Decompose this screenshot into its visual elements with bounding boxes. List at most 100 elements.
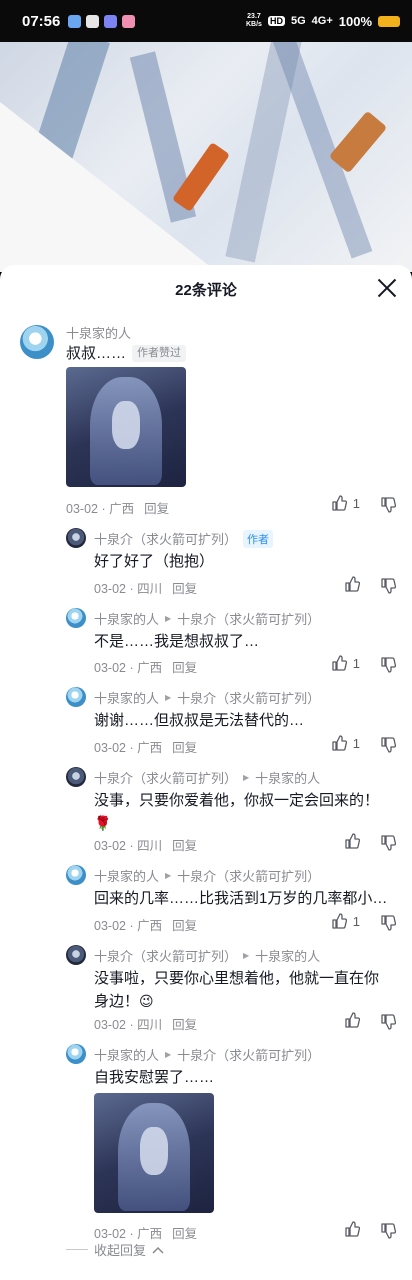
avatar[interactable] [66,945,86,965]
reply-arrow-icon: ▶ [165,871,172,880]
reply-meta: 03-02 · 四川 回复 [94,582,198,596]
reply-text: 自我安慰罢了…… [94,1069,215,1086]
reply-arrow-icon: ▶ [165,614,172,623]
like-button[interactable]: 1 [331,913,360,929]
reply-username[interactable]: 十泉介（求火箭可扩列） ▶ 十泉家的人 [94,946,320,965]
reply-button[interactable]: 回复 [172,919,197,933]
thumb-up-icon [345,1012,360,1028]
notification-app-icon [122,14,136,28]
avatar[interactable] [66,1044,86,1064]
reply-meta: 03-02 · 四川 回复 [94,1018,198,1032]
thumb-up-icon [332,913,347,929]
comment-username[interactable]: 十泉家的人 [66,323,131,342]
thumb-down-icon[interactable] [380,497,396,513]
signal-5g-icon: 5G [290,15,306,27]
thumb-up-icon [332,495,347,511]
chevron-up-icon [152,1246,164,1254]
reply-text: 不是……我是想叔叔了… [94,633,260,650]
thumb-down-icon[interactable] [380,1223,396,1239]
collapse-replies-label: 收起回复 [94,1243,147,1258]
status-bar: 07:56 23.7 KB/s HD 5G 4G+ 100% [0,0,412,42]
reply-text: 没事啦，只要你心里想着他，他就一直在你 身边！😉 [94,970,380,1010]
battery-percent: 100% [338,13,372,29]
author-liked-badge: 作者赞过 [132,345,187,362]
like-button[interactable] [344,833,360,849]
reply-meta: 03-02 · 四川 回复 [94,839,198,853]
reply-username[interactable]: 十泉介（求火箭可扩列） ▶ 十泉家的人 [94,768,320,787]
avatar[interactable] [66,767,86,787]
comment-image[interactable] [66,367,186,487]
reply-button[interactable]: 回复 [172,1018,197,1032]
like-count: 1 [352,495,360,511]
reply-image[interactable] [94,1093,214,1213]
status-time: 07:56 [22,12,61,30]
reply-username[interactable]: 十泉家的人 ▶ 十泉介（求火箭可扩列） [94,609,320,628]
status-right: 23.7 KB/s HD 5G 4G+ 100% [246,13,400,29]
like-count: 1 [352,655,360,671]
reply-arrow-icon: ▶ [243,951,250,960]
thumb-down-icon[interactable] [380,737,396,753]
like-count: 1 [352,735,360,751]
avatar[interactable] [66,528,86,548]
comment-sheet-header: 22条评论 [0,265,412,313]
reply-meta: 03-02 · 广西 回复 [94,919,198,933]
reply-text: 回来的几率……比我活到1万岁的几率都小… [94,890,388,907]
like-button[interactable] [344,576,360,592]
reply-username[interactable]: 十泉家的人 ▶ 十泉介（求火箭可扩列） [94,866,320,885]
close-icon[interactable] [376,277,398,299]
reply-arrow-icon: ▶ [165,693,172,702]
thumb-down-icon[interactable] [380,657,396,673]
reply-button[interactable]: 回复 [172,741,197,755]
reply-username[interactable]: 十泉介（求火箭可扩列） 作者 [94,529,274,548]
net-speed: 23.7 KB/s [246,13,262,28]
like-button[interactable]: 1 [331,495,360,511]
divider-line [66,1249,88,1250]
thumb-down-icon[interactable] [380,835,396,851]
wink-emoji: 😉 [139,993,154,1009]
thumb-up-icon [332,735,347,751]
video-background[interactable] [0,42,412,272]
collapse-replies-button[interactable]: 收起回复 [66,1240,164,1259]
thumb-up-icon [332,655,347,671]
reply-text: 谢谢……但叔叔是无法替代的… [94,712,305,729]
thumb-up-icon [345,833,360,849]
like-count: 1 [352,913,360,929]
comment-text: 叔叔…… 作者赞过 [66,343,187,365]
thumb-up-icon [345,576,360,592]
avatar[interactable] [66,608,86,628]
reply-username[interactable]: 十泉家的人 ▶ 十泉介（求火箭可扩列） [94,1045,320,1064]
notification-app-icon [86,14,100,28]
battery-icon [378,15,400,27]
reply-button[interactable]: 回复 [172,661,197,675]
thumb-up-icon [345,1221,360,1237]
rose-emoji: 🌹 [94,815,112,831]
comment-count-title: 22条评论 [175,281,237,299]
reply-text: 没事，只要你爱着他，你叔一定会回来的！ 🌹 [94,792,380,831]
reply-arrow-icon: ▶ [243,773,250,782]
reply-button[interactable]: 回复 [172,839,197,853]
reply-username[interactable]: 十泉家的人 ▶ 十泉介（求火箭可扩列） [94,688,320,707]
reply-arrow-icon: ▶ [165,1050,172,1059]
reply-meta: 03-02 · 广西 回复 [94,661,198,675]
avatar[interactable] [66,865,86,885]
thumb-down-icon[interactable] [380,915,396,931]
hd-icon: HD [267,16,285,26]
avatar[interactable] [66,687,86,707]
like-button[interactable]: 1 [331,735,360,751]
avatar[interactable] [20,325,54,359]
like-button[interactable] [344,1012,360,1028]
reply-meta: 03-02 · 广西 回复 [94,741,198,755]
author-tag: 作者 [243,529,274,548]
reply-button[interactable]: 回复 [144,502,169,516]
reply-text: 好了好了（抱抱） [94,553,215,570]
like-button[interactable]: 1 [331,655,360,671]
thumb-down-icon[interactable] [380,1014,396,1030]
signal-4g-icon: 4G+ [311,15,333,27]
notification-app-icon [68,14,82,28]
like-button[interactable] [344,1221,360,1237]
reply-button[interactable]: 回复 [172,582,197,596]
notification-app-icon [104,14,118,28]
thumb-down-icon[interactable] [380,578,396,594]
reply-button[interactable]: 回复 [172,1227,197,1241]
comment-sheet: 22条评论 十泉家的人 叔叔…… 作者赞过 03-02 · 广西 回复 1 十泉介（… [0,265,412,1280]
